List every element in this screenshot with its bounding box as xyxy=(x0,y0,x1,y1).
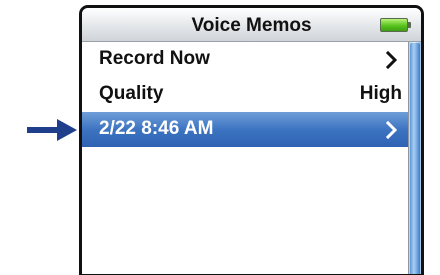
scrollbar-thumb[interactable] xyxy=(410,43,420,274)
menu-item-label: Quality xyxy=(99,83,164,104)
menu-list: Record Now Quality High 2/22 8:46 AM xyxy=(82,42,408,147)
menu-item-label: Record Now xyxy=(99,48,210,69)
menu-item-memo-recording[interactable]: 2/22 8:46 AM xyxy=(82,112,408,147)
screen-title: Voice Memos xyxy=(191,15,312,36)
menu-item-value: High xyxy=(359,83,402,104)
arrow-right-icon xyxy=(27,119,77,141)
menu-item-label: 2/22 8:46 AM xyxy=(99,118,214,139)
battery-full-icon xyxy=(380,18,408,32)
title-bar: Voice Memos xyxy=(82,8,421,42)
stage: Voice Memos Record Now Quality High 2/22… xyxy=(0,0,440,275)
chevron-right-icon xyxy=(386,50,398,70)
menu-item-record-now[interactable]: Record Now xyxy=(82,42,408,77)
chevron-right-icon xyxy=(386,120,398,140)
battery-tip xyxy=(408,22,411,28)
scrollbar[interactable] xyxy=(408,42,421,274)
ipod-screen: Voice Memos Record Now Quality High 2/22… xyxy=(79,5,424,275)
menu-item-quality[interactable]: Quality High xyxy=(82,77,408,112)
